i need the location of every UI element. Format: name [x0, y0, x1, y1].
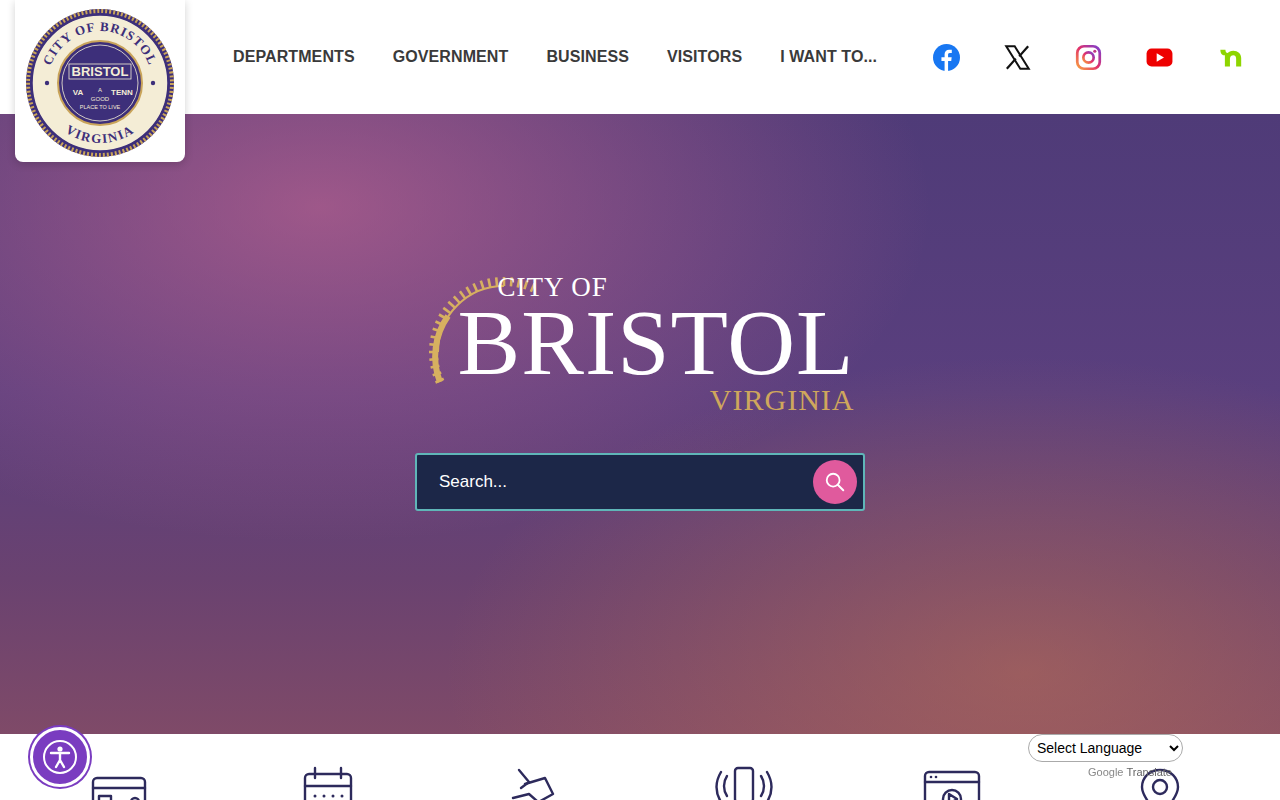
seal-motto-top: A: [98, 87, 102, 93]
video-player-icon: [921, 764, 983, 800]
nav-link[interactable]: I WANT TO...: [780, 45, 877, 69]
city-seal-logo[interactable]: CITY OF BRISTOL VIRGINIA BRISTOL VA TENN…: [15, 0, 185, 162]
wordmark-top: CITY OF: [458, 274, 855, 301]
report-request-link[interactable]: [432, 734, 640, 800]
youtube-link[interactable]: [1146, 44, 1173, 71]
nav-link[interactable]: DEPARTMENTS: [233, 45, 355, 69]
city-wordmark: CITY OF BRISTOL VIRGINIA: [426, 274, 855, 415]
calendar-link[interactable]: [224, 734, 432, 800]
search-input[interactable]: [437, 468, 813, 496]
seal-left-text: VA: [73, 88, 84, 97]
accessibility-icon: [42, 739, 78, 775]
magnifier-icon: [824, 471, 846, 493]
facebook-icon: [933, 44, 960, 71]
wordmark-main: BRISTOL: [458, 301, 855, 384]
language-select[interactable]: Select Language: [1028, 734, 1183, 762]
calendar-icon: [297, 764, 359, 800]
hero-banner: CITY OF BRISTOL VIRGINIA: [0, 114, 1280, 734]
main-nav: DEPARTMENTS GOVERNMENT BUSINESS VISITORS I W…: [233, 45, 877, 69]
seal-motto-bottom: PLACE TO LIVE: [80, 104, 121, 110]
report-request-icon: [505, 764, 567, 800]
seal-icon: CITY OF BRISTOL VIRGINIA BRISTOL VA TENN…: [25, 8, 175, 158]
google-brand: Google: [1088, 766, 1123, 778]
x-logo-icon: [1004, 44, 1031, 71]
instagram-icon: [1075, 44, 1102, 71]
nextdoor-link[interactable]: [1217, 44, 1244, 71]
search-bar: [415, 453, 865, 511]
seal-right-text: TENN: [111, 88, 133, 97]
translate-credit: GoogleTranslate: [1028, 766, 1183, 779]
nav-link[interactable]: VISITORS: [667, 45, 742, 69]
search-button[interactable]: [813, 460, 857, 504]
nextdoor-icon: [1217, 44, 1244, 71]
payment-card-icon: [89, 764, 151, 800]
wordmark-bottom: VIRGINIA: [458, 384, 855, 416]
social-links: [933, 44, 1244, 71]
mobile-alerts-link[interactable]: [640, 734, 848, 800]
x-logo-link[interactable]: [1004, 44, 1031, 71]
nav-link[interactable]: BUSINESS: [546, 45, 629, 69]
translate-widget: Select Language GoogleTranslate: [1028, 734, 1183, 779]
translate-label: Translate: [1126, 766, 1171, 778]
seal-center-text: BRISTOL: [72, 64, 129, 79]
seal-motto-mid: GOOD: [91, 96, 110, 102]
site-header: DEPARTMENTS GOVERNMENT BUSINESS VISITORS I W…: [0, 0, 1280, 114]
youtube-icon: [1146, 44, 1173, 71]
accessibility-button[interactable]: [30, 727, 90, 787]
nav-link[interactable]: GOVERNMENT: [393, 45, 509, 69]
mobile-alerts-icon: [713, 764, 775, 800]
instagram-link[interactable]: [1075, 44, 1102, 71]
video-player-link[interactable]: [848, 734, 1056, 800]
facebook-link[interactable]: [933, 44, 960, 71]
